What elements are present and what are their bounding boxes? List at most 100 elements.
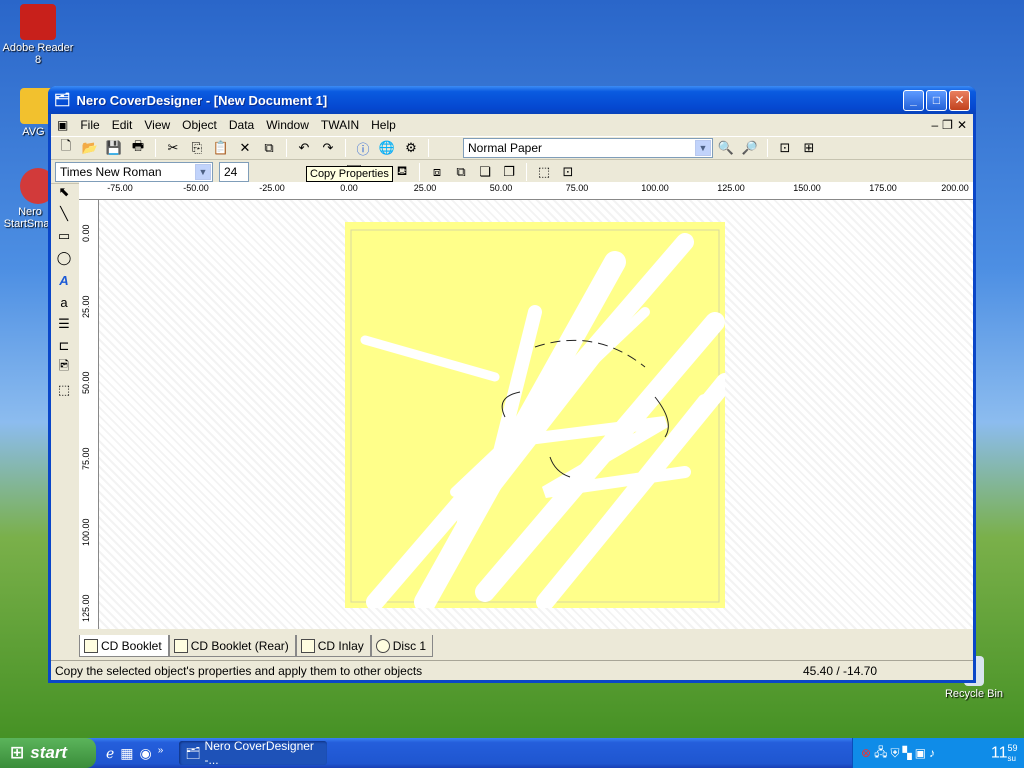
network-icon[interactable]: 🖧: [874, 743, 887, 764]
new-icon[interactable]: 🗋: [55, 138, 77, 158]
ruler-tick-label: 150.00: [793, 183, 821, 193]
tab-cd-inlay[interactable]: CD Inlay: [295, 635, 371, 657]
inlay-icon: [300, 638, 315, 653]
track-list-tool-icon[interactable]: ⊏: [53, 336, 75, 356]
adobe-reader-icon: [20, 4, 56, 40]
rectangle-tool-icon[interactable]: ▭: [53, 226, 75, 246]
menu-object[interactable]: Object: [176, 116, 223, 134]
volume-icon[interactable]: ♪: [929, 746, 935, 760]
ungroup-icon[interactable]: ⊡: [557, 162, 579, 182]
cd-booklet-page[interactable]: [345, 222, 725, 608]
ruler-tick-label: -25.00: [259, 183, 285, 193]
paper-type-value: Normal Paper: [468, 141, 543, 155]
select-arrow-icon[interactable]: ⬉: [53, 182, 75, 202]
list-tool-icon[interactable]: ☰: [53, 314, 75, 334]
ellipse-tool-icon[interactable]: ◯: [53, 248, 75, 268]
chevron-right-icon[interactable]: »: [158, 745, 164, 762]
internet-explorer-icon[interactable]: ℯ: [106, 745, 114, 762]
menu-window[interactable]: Window: [260, 116, 315, 134]
desktop-icon-adobe-reader[interactable]: Adobe Reader 8: [0, 4, 76, 66]
menu-edit[interactable]: Edit: [106, 116, 139, 134]
line-tool-icon[interactable]: ╲: [53, 204, 75, 224]
info-icon[interactable]: ⓘ: [352, 138, 374, 158]
ruler-tick-label: 50.00: [489, 183, 513, 193]
mdi-close-button[interactable]: ✕: [957, 118, 967, 132]
checker-icon[interactable]: ▚: [902, 746, 911, 760]
zoom-in-icon[interactable]: 🔍: [715, 138, 737, 158]
text-tool-icon[interactable]: A: [53, 270, 75, 290]
separator: [155, 139, 156, 157]
taskbar-button-nero[interactable]: 🗂 Nero CoverDesigner -...: [179, 739, 328, 767]
tab-label: CD Booklet (Rear): [190, 638, 289, 653]
menu-view[interactable]: View: [138, 116, 176, 134]
menu-data[interactable]: Data: [223, 116, 260, 134]
copy-properties-icon[interactable]: ⧉: [258, 138, 280, 158]
zoom-out-icon[interactable]: 🔎: [739, 138, 761, 158]
clock-hour: 11: [990, 744, 1008, 762]
desktop-icon-label: Adobe Reader 8: [2, 42, 74, 66]
display-icon[interactable]: ▣: [915, 746, 926, 760]
fill-bucket-icon[interactable]: ⛾: [391, 162, 413, 182]
tab-cd-booklet-rear[interactable]: CD Booklet (Rear): [168, 635, 296, 657]
undo-icon[interactable]: ↶: [293, 138, 315, 158]
media-player-icon[interactable]: ◉: [140, 745, 152, 762]
maximize-button[interactable]: □: [926, 89, 947, 111]
web-help-icon[interactable]: 🌐: [376, 138, 398, 158]
text-box-tool-icon[interactable]: a: [53, 292, 75, 312]
redo-icon[interactable]: ↷: [317, 138, 339, 158]
clock[interactable]: 1159su: [990, 743, 1018, 764]
tab-disc-1[interactable]: Disc 1: [370, 635, 434, 657]
zoom-page-icon[interactable]: ⊞: [798, 138, 820, 158]
window-title: Nero CoverDesigner - [New Document 1]: [76, 92, 328, 108]
start-button[interactable]: ⊞ start: [0, 738, 96, 768]
close-button[interactable]: ✕: [949, 89, 970, 111]
mdi-minimize-button[interactable]: –: [931, 118, 938, 132]
font-family-select[interactable]: Times New Roman ▼: [55, 161, 213, 182]
work-area: ⬉ ╲ ▭ ◯ A a ☰ ⊏ 🖻 ⬚ -75.00 -50.00 -25.00…: [51, 182, 973, 629]
mdi-restore-button[interactable]: ❐: [942, 118, 953, 132]
start-label: start: [30, 743, 68, 762]
open-icon[interactable]: 📂: [79, 138, 101, 158]
canvas[interactable]: [99, 200, 973, 629]
tab-cd-booklet[interactable]: CD Booklet: [79, 635, 169, 657]
cursor-coordinates: 45.40 / -14.70: [803, 663, 878, 678]
image-tool-icon[interactable]: 🖻: [53, 358, 75, 378]
menu-help[interactable]: Help: [365, 116, 402, 134]
ruler-tick-label: 25.00: [81, 295, 91, 318]
vertical-ruler: 0.00 25.00 50.00 75.00 100.00 125.00: [79, 200, 99, 629]
copy-icon[interactable]: ⎘: [186, 138, 208, 158]
paper-type-select[interactable]: Normal Paper ▼: [463, 138, 713, 158]
save-icon[interactable]: 💾: [103, 138, 125, 158]
minimize-button[interactable]: _: [903, 89, 924, 111]
taskbar-button-label: Nero CoverDesigner -...: [204, 739, 314, 767]
show-desktop-icon[interactable]: ▦: [120, 745, 133, 762]
menu-file[interactable]: File: [74, 116, 105, 134]
title-bar[interactable]: 🗂 Nero CoverDesigner - [New Document 1] …: [48, 86, 976, 114]
font-size-field[interactable]: 24: [219, 161, 249, 182]
security-alert-icon[interactable]: ⊗: [861, 746, 871, 760]
print-icon[interactable]: 🖶: [127, 138, 149, 158]
ruler-tick-label: 75.00: [565, 183, 589, 193]
group-icon[interactable]: ⬚: [533, 162, 555, 182]
bring-to-front-icon[interactable]: ⧈: [426, 162, 448, 182]
frame-tool-icon[interactable]: ⬚: [53, 380, 75, 400]
ruler-tick-label: 100.00: [81, 518, 91, 546]
send-backward-icon[interactable]: ❐: [498, 162, 520, 182]
document-icon[interactable]: ▣: [57, 118, 68, 132]
shield-icon[interactable]: ⛨: [890, 746, 899, 761]
scribble-artwork[interactable]: [345, 222, 725, 608]
cut-icon[interactable]: ✂: [162, 138, 184, 158]
bring-forward-icon[interactable]: ❏: [474, 162, 496, 182]
tab-label: CD Booklet: [101, 638, 162, 653]
zoom-fit-icon[interactable]: ⊡: [774, 138, 796, 158]
chevron-down-icon[interactable]: ▼: [195, 163, 211, 180]
send-to-back-icon[interactable]: ⧉: [450, 162, 472, 182]
chevron-down-icon[interactable]: ▼: [695, 140, 711, 156]
font-size-value: 24: [224, 164, 238, 179]
paste-icon[interactable]: 📋: [210, 138, 232, 158]
tool-icon[interactable]: ⚙: [400, 138, 422, 158]
tab-label: Disc 1: [392, 638, 427, 653]
menu-twain[interactable]: TWAIN: [315, 116, 365, 134]
separator: [286, 139, 287, 157]
delete-icon[interactable]: ✕: [234, 138, 256, 158]
